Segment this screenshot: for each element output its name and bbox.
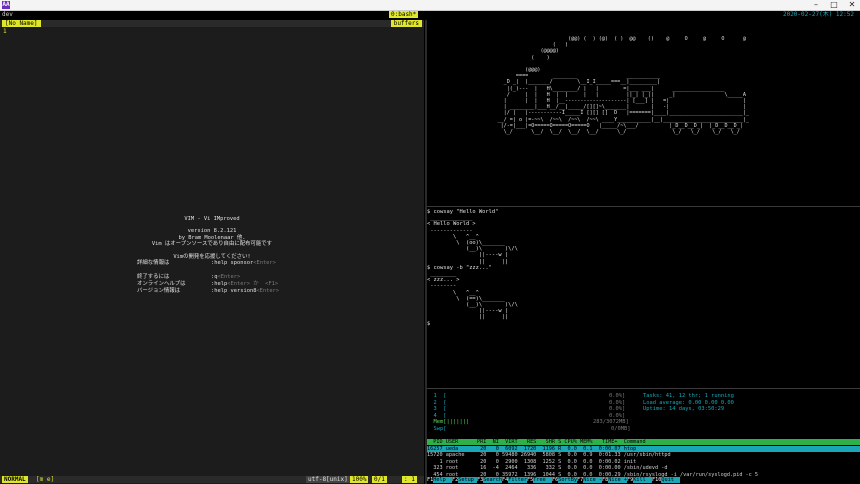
sl-train-art: (@@) ( ) (@) ( ) @@ () @ O @ O @ ( ) (@@…: [427, 36, 749, 135]
cowsay-output: $ cowsay "Hello World" _____________ < He…: [427, 209, 518, 327]
cowsay-line: || ||: [427, 314, 509, 321]
vim-tabline: [No Name] buffers: [0, 20, 424, 27]
cowsay-line: ||----w |: [427, 252, 509, 259]
fkey-f10[interactable]: F10: [652, 477, 661, 483]
vim-buffers-label: buffers: [390, 20, 422, 27]
vim-encoding: utf-8[unix]: [306, 476, 350, 483]
app-icon: AA: [2, 1, 10, 9]
sl-line: __/ =| o |=-~~\ /~~\ /~~\ /~~\ ____Y____…: [427, 116, 750, 123]
tmux-session-name: dev: [2, 11, 13, 18]
close-button[interactable]: ✕: [844, 0, 860, 10]
fkey-label[interactable]: Nice -: [583, 477, 602, 483]
vim-branch: [m e]: [36, 476, 55, 483]
fkey-label[interactable]: Kill: [633, 477, 652, 483]
vim-mode-indicator: NORMAL: [2, 476, 28, 483]
htop-selected-row[interactable]: 16257 ueda 20 0 6092 1720 1196 R 0.0 0.1…: [427, 445, 860, 452]
htop-process-row[interactable]: 15720 apache 20 0 59480 26940 5808 S 0.0…: [427, 452, 860, 458]
htop-function-keys: F1Help F2Setup F3SearchF4FilterF5Tree F6…: [427, 477, 860, 484]
htop-mem-value: 283/3072MB]: [593, 419, 629, 425]
sl-line: |/ | |-----------I_____I [][] [] D |====…: [427, 110, 750, 117]
vim-splash: VIM - Vi IMproved version 8.2.121 by Bra…: [100, 216, 324, 260]
vim-statusline: NORMAL [m e] utf-8[unix] 100% 0/1 : 1: [0, 476, 424, 483]
maximize-button[interactable]: □: [826, 0, 842, 10]
fkey-label[interactable]: Search: [483, 477, 502, 483]
vim-column: : 1: [402, 476, 417, 483]
splash-cmd-quit: :q<Enter>: [211, 274, 241, 280]
htop-uptime: Uptime: 14 days, 03:50:29: [643, 406, 725, 412]
htop-swp-label: Swp[: [427, 425, 447, 432]
vim-pane[interactable]: [No Name] buffers 1 VIM - Vi IMproved ve…: [0, 20, 424, 484]
cowsay-line: || ||: [427, 258, 509, 265]
splash-cmd-version: :help version8<Enter>: [211, 288, 280, 294]
htop-process-row[interactable]: 1 root 20 0 2900 1308 1252 S 0.0 0.0 0:0…: [427, 459, 860, 465]
htop-mem-label: Mem[|||||||: [427, 419, 470, 425]
htop-swp-value: 0/0MB]: [611, 425, 631, 432]
htop-cpu-3-value: 0.0%]: [609, 406, 626, 412]
splash-row-sponsor: 詳細な情報は: [137, 260, 170, 266]
vim-tab-no-name[interactable]: [No Name]: [2, 20, 41, 27]
htop-column-header[interactable]: PID USER PRI NI VIRT RES SHR S CPU% MEM%…: [427, 439, 860, 446]
sl-line: |(_)--- | H\________/ | | =|___ ___| ___…: [427, 85, 725, 92]
vim-position: 0/1: [372, 476, 387, 483]
vim-percent: 100%: [350, 476, 369, 483]
fkey-label[interactable]: Nice +: [608, 477, 627, 483]
fkey-label[interactable]: Tree: [533, 477, 552, 483]
htop-load: Load average: 0.00 0.00 0.00: [643, 399, 734, 406]
htop-cpu-4-label: 4 [: [427, 412, 447, 419]
tmux-datetime: 2020-02-27(木) 12:52: [782, 11, 854, 18]
htop-cpu-2-value: 0.0%]: [609, 399, 626, 406]
htop-process-row[interactable]: 323 root 16 -4 2464 336 332 S 0.0 0.0 0:…: [427, 465, 860, 471]
fkey-label[interactable]: Help: [433, 477, 452, 483]
vim-line-number: 1: [3, 28, 7, 35]
htop-cpu-2-label: 2 [: [427, 399, 447, 406]
tmux-statusbar: dev 0:bash* 2020-02-27(木) 12:52: [0, 11, 860, 19]
window-titlebar: AA – □ ✕: [0, 0, 860, 11]
splash-row-version: バージョン情報は: [137, 288, 181, 294]
cowsay-line: $: [427, 320, 431, 327]
fkey-label[interactable]: Setup: [458, 477, 477, 483]
splash-row-help: オンラインヘルプは: [137, 281, 186, 287]
fkey-label[interactable]: Filter: [508, 477, 527, 483]
htop-pane[interactable]: 1 [ 0.0%] 2 [ 0.0%] 3 [ 0.0%] 4 [ 0.0%] …: [427, 389, 860, 484]
fkey-label[interactable]: Quit: [661, 477, 681, 483]
splash-cmd-help: :help<Enter> か <F1>: [211, 281, 279, 287]
htop-cpu-3-label: 3 [: [427, 406, 447, 412]
fkey-label[interactable]: SortBy: [558, 477, 577, 483]
htop-cpu-4-value: 0.0%]: [609, 412, 626, 419]
splash-row-quit: 終了するには: [137, 274, 170, 280]
splash-cmd-sponsor: :help sponsor<Enter>: [211, 260, 276, 266]
sl-line: \_/ \__/ \__/ \__/ \__/ \_/ \_/ \_/ \_/ …: [427, 129, 740, 136]
terminal-window[interactable]: dev 0:bash* 2020-02-27(木) 12:52 [No Name…: [0, 11, 860, 484]
htop-cpu-1-label: 1 [: [427, 393, 447, 399]
tmux-active-window[interactable]: 0:bash*: [389, 11, 419, 18]
sl-train-pane[interactable]: (@@) ( ) (@) ( ) @@ () @ O @ O @ ( ) (@@…: [427, 20, 860, 205]
htop-cpu-1-value: 0.0%]: [609, 393, 626, 399]
cowsay-pane[interactable]: $ cowsay "Hello World" _____________ < He…: [427, 207, 860, 387]
htop-tasks: Tasks: 41, 12 thr; 1 running: [643, 393, 734, 399]
minimize-button[interactable]: –: [808, 0, 824, 10]
